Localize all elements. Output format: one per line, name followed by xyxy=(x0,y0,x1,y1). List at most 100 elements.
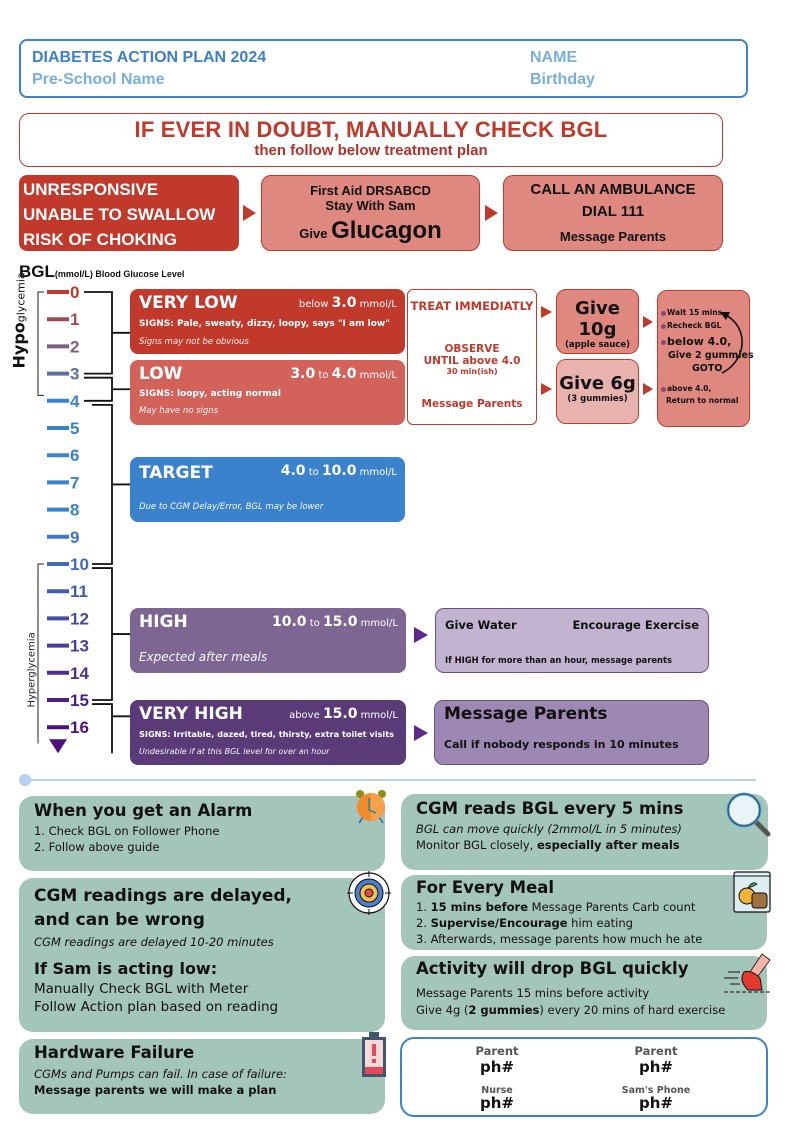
running-shoe-icon xyxy=(724,953,771,993)
magnifier-icon xyxy=(726,792,771,837)
scale-tick-label: 9 xyxy=(70,528,79,547)
activity-card: Activity will drop BGL quickly Message P… xyxy=(401,956,767,1030)
range-bracket xyxy=(84,291,130,375)
cgm-interval-title: CGM reads BGL every 5 mins xyxy=(416,799,684,818)
bgl-title-unit: (mmol/L) Blood Glucose Level xyxy=(54,269,185,279)
glucagon-label: Glucagon xyxy=(331,217,442,244)
contact-parent-2: Parent ph# xyxy=(596,1044,716,1076)
scale-tick-label: 3 xyxy=(70,365,79,384)
recheck-box: Wait 15 mins Recheck BGL below 4.0, Give… xyxy=(657,290,754,427)
hypoglycemia-label: Hypoglycemia xyxy=(9,272,29,369)
meal-card: For Every Meal 1. 15 mins before Message… xyxy=(401,875,767,950)
first-aid-box: First Aid DRSABCD Stay With Sam Give Glu… xyxy=(261,175,480,251)
call-note: Call if nobody responds in 10 minutes xyxy=(444,738,679,751)
plan-title: DIABETES ACTION PLAN 2024 xyxy=(32,49,267,66)
contact-sams-phone: Sam's Phone ph# xyxy=(596,1085,716,1112)
very-high-actions-box: Message Parents Call if nobody responds … xyxy=(434,700,709,765)
acting-low-title: If Sam is acting low: xyxy=(34,959,218,978)
scale-tick-label: 2 xyxy=(70,337,79,356)
until-label: UNTIL above 4.0 xyxy=(423,355,521,367)
plan-header: DIABETES ACTION PLAN 2024 Pre-School Nam… xyxy=(19,39,748,98)
meal-step: 3. Afterwards, message parents how much … xyxy=(416,932,703,946)
condition-risk-of-choking: RISK OF CHOKING xyxy=(23,230,177,249)
level-note: Undesirable if at this BGL level for ove… xyxy=(139,747,330,756)
divider-dot xyxy=(19,774,31,786)
meal-title: For Every Meal xyxy=(416,878,555,897)
scale-tick-label: 14 xyxy=(70,664,89,683)
level-range: above 15.0 mmol/L xyxy=(289,706,398,722)
level-card-target: TARGET 4.0 to 10.0 mmol/L Due to CGM Del… xyxy=(130,457,405,522)
arrow-right-icon xyxy=(643,316,653,328)
level-card-high: HIGH 10.0 to 15.0 mmol/L Expected after … xyxy=(130,608,406,673)
contact-phone[interactable]: ph# xyxy=(437,1058,557,1076)
hardware-title: Hardware Failure xyxy=(34,1043,195,1062)
scale-tick-label: 12 xyxy=(70,609,89,628)
dial-number: DIAL 111 xyxy=(581,203,645,220)
bullet-icon xyxy=(661,339,666,345)
hypo-label-wrap: Hypoglycemia xyxy=(4,272,34,372)
cgm-interval-card: CGM reads BGL every 5 mins BGL can move … xyxy=(401,794,768,870)
ambulance-box: CALL AN AMBULANCE DIAL 111 Message Paren… xyxy=(503,175,723,251)
level-name: LOW xyxy=(139,364,183,384)
level-card-very-high: VERY HIGH above 15.0 mmol/L SIGNS: Irrit… xyxy=(130,700,406,765)
emergency-conditions: UNRESPONSIVE UNABLE TO SWALLOW RISK OF C… xyxy=(19,175,239,251)
high-actions-box: Give Water Encourage Exercise If HIGH fo… xyxy=(435,608,709,673)
doubt-banner: IF EVER IN DOUBT, MANUALLY CHECK BGL the… xyxy=(19,113,723,167)
condition-unresponsive: UNRESPONSIVE xyxy=(23,180,159,199)
acting-low-step: Follow Action plan based on reading xyxy=(34,999,279,1015)
arrow-right-icon xyxy=(485,205,498,221)
activity-title: Activity will drop BGL quickly xyxy=(416,959,689,978)
give-water: Give Water xyxy=(445,618,517,632)
bullet-icon xyxy=(661,310,666,316)
delayed-note: CGM readings are delayed 10-20 minutes xyxy=(34,935,274,949)
arrow-right-icon xyxy=(414,627,428,643)
first-aid-line: First Aid DRSABCD xyxy=(310,183,431,198)
delayed-title: and can be wrong xyxy=(34,910,205,930)
level-signs: SIGNS: Pale, sweaty, dizzy, loopy, says … xyxy=(139,319,390,329)
give-detail: (3 gummies) xyxy=(567,394,628,404)
level-note: May have no signs xyxy=(139,406,219,416)
doubt-subline: then follow below treatment plan xyxy=(254,142,488,159)
acting-low-step: Manually Check BGL with Meter xyxy=(34,981,249,997)
section-divider xyxy=(19,779,756,781)
hardware-advice: Message parents we will make a plan xyxy=(34,1083,277,1097)
activity-step: Message Parents 15 mins before activity xyxy=(416,986,650,1000)
scale-tick-label: 1 xyxy=(70,310,79,329)
high-note: If HIGH for more than an hour, message p… xyxy=(445,655,672,665)
level-name: HIGH xyxy=(139,612,188,632)
alarm-step: 2. Follow above guide xyxy=(34,840,160,854)
hardware-card: Hardware Failure CGMs and Pumps can fail… xyxy=(19,1039,385,1114)
stay-with-line: Stay With Sam xyxy=(325,198,416,213)
arrow-right-icon xyxy=(541,383,552,395)
contact-phone[interactable]: ph# xyxy=(437,1094,557,1112)
level-name: TARGET xyxy=(139,463,213,483)
alarm-card: When you get an Alarm 1. Check BGL on Fo… xyxy=(19,796,385,871)
level-note: Due to CGM Delay/Error, BGL may be lower xyxy=(139,502,324,512)
scale-tick-label: 8 xyxy=(70,501,79,520)
scale-tick-label: 11 xyxy=(70,582,88,601)
contact-nurse: Nurse ph# xyxy=(437,1085,557,1112)
alarm-clock-icon xyxy=(356,790,386,824)
give-prefix: Give xyxy=(299,226,328,241)
give-amount: Give 6g xyxy=(559,373,636,394)
contact-phone[interactable]: ph# xyxy=(596,1094,716,1112)
observe-label: OBSERVE xyxy=(444,343,500,355)
scale-arrow-down-icon xyxy=(49,739,67,754)
scale-tick-label: 4 xyxy=(70,392,80,411)
scale-tick-label: 13 xyxy=(70,637,89,656)
level-note: Signs may not be obvious xyxy=(139,337,249,347)
contact-phone[interactable]: ph# xyxy=(596,1058,716,1076)
level-name: VERY LOW xyxy=(139,293,238,313)
give-detail: (apple sauce) xyxy=(565,340,630,350)
give-6g-box: Give 6g (3 gummies) xyxy=(556,359,639,424)
condition-unable-to-swallow: UNABLE TO SWALLOW xyxy=(23,205,216,224)
level-range: 10.0 to 15.0 mmol/L xyxy=(271,614,398,630)
scale-tick-label: 5 xyxy=(70,419,79,438)
give-amount: Give 10g xyxy=(575,298,620,340)
level-card-very-low: VERY LOW below 3.0 mmol/L SIGNS: Pale, s… xyxy=(130,289,405,354)
loop-back-arrow-icon xyxy=(720,312,743,374)
level-range: below 3.0 mmol/L xyxy=(298,295,397,311)
alarm-step: 1. Check BGL on Follower Phone xyxy=(34,824,220,838)
contact-parent-1: Parent ph# xyxy=(437,1044,557,1076)
range-bracket xyxy=(92,403,130,565)
